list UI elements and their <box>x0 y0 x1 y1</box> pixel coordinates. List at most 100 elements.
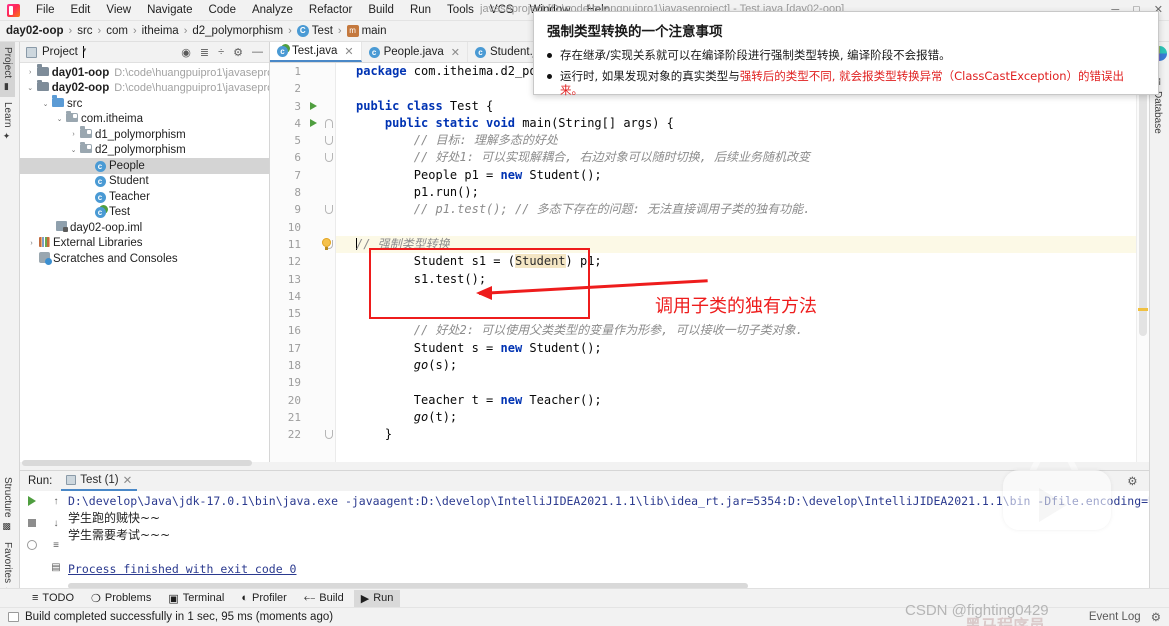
scrollbar-thumb[interactable] <box>1139 86 1147 336</box>
settings-gear-icon[interactable]: ⚙ <box>1151 610 1161 624</box>
menu-run[interactable]: Run <box>402 2 439 18</box>
menu-refactor[interactable]: Refactor <box>301 2 360 18</box>
print-icon[interactable]: ▤ <box>49 560 63 574</box>
tree-row-scratches[interactable]: Scratches and Consoles <box>20 251 269 267</box>
run-gutter-icon[interactable] <box>310 101 317 110</box>
gutter-line[interactable]: 22 <box>270 426 335 443</box>
code-editor[interactable]: 1 2 3 4 5 6 7 8 9 10 11 12 13 14 15 16 17 18 19 20 21 22 pack… <box>270 63 1149 462</box>
menu-tools[interactable]: Tools <box>439 2 482 18</box>
chevron-down-icon[interactable]: ⌄ <box>68 146 79 154</box>
menu-navigate[interactable]: Navigate <box>139 2 200 18</box>
sidebar-item-structure[interactable]: Structure ▩ <box>0 472 15 537</box>
chevron-down-icon[interactable]: ⌄ <box>25 84 36 92</box>
menu-edit[interactable]: Edit <box>63 2 99 18</box>
project-tree[interactable]: › day01-oop D:\code\huangpuipro1\javasep… <box>20 63 269 267</box>
chevron-right-icon[interactable]: › <box>26 240 37 247</box>
fold-marker-icon[interactable] <box>325 136 333 146</box>
gutter-line[interactable]: 13 <box>270 271 335 288</box>
breadcrumb-item-itheima[interactable]: itheima <box>142 25 179 37</box>
code-line[interactable]: // 目标: 理解多态的好处 <box>336 132 1149 149</box>
run-actions-col-2[interactable]: ↑ ↓ ≡ ▤ <box>44 491 68 589</box>
rerun-icon[interactable] <box>25 494 39 508</box>
gutter-line[interactable]: 17 <box>270 340 335 357</box>
run-actions-col-1[interactable] <box>20 491 44 589</box>
code-lines[interactable]: package com.itheima.d2_polymorphism; publ… <box>336 63 1149 462</box>
tree-row-d1-polymorphism[interactable]: › d1_polymorphism <box>20 126 269 143</box>
project-horizontal-scrollbar[interactable] <box>22 460 252 466</box>
tab-people-java[interactable]: c People.java ✕ <box>362 42 468 62</box>
gutter-line[interactable]: 4 <box>270 115 335 132</box>
event-log-label[interactable]: Event Log <box>1089 611 1141 623</box>
menu-file[interactable]: File <box>28 2 63 18</box>
sidebar-item-project[interactable]: Project ▮ <box>0 42 15 98</box>
chevron-right-icon[interactable]: › <box>68 131 79 138</box>
gutter-line[interactable]: 7 <box>270 167 335 184</box>
gutter-line[interactable]: 12 <box>270 253 335 270</box>
sidebar-item-learn[interactable]: Learn ✦ <box>0 97 15 147</box>
tree-row-external-libraries[interactable]: › External Libraries <box>20 236 269 252</box>
bottom-item-terminal[interactable]: ▣ Terminal <box>161 590 231 607</box>
code-line[interactable]: public static void main(String[] args) { <box>336 115 1149 132</box>
gutter-line[interactable]: 21 <box>270 409 335 426</box>
code-line[interactable]: public class Test { <box>336 98 1149 115</box>
console-line[interactable]: Process finished with exit code 0 <box>68 561 1169 578</box>
fold-marker-icon[interactable] <box>325 205 333 215</box>
code-line[interactable]: People p1 = new Student(); <box>336 167 1149 184</box>
editor-gutter[interactable]: 1 2 3 4 5 6 7 8 9 10 11 12 13 14 15 16 17 18 19 20 21 22 <box>270 63 336 462</box>
tab-test-java[interactable]: c Test.java ✕ <box>270 42 362 62</box>
menu-code[interactable]: Code <box>200 2 244 18</box>
settings-gear-icon[interactable]: ⚙ <box>233 46 243 59</box>
code-line[interactable]: go(t); <box>336 409 1149 426</box>
code-line[interactable]: Teacher t = new Teacher(); <box>336 392 1149 409</box>
code-line[interactable]: Student s1 = (Student) p1; <box>336 253 1149 270</box>
code-line[interactable]: // 好处1: 可以实现解耦合, 右边对象可以随时切换, 后续业务随机改变 <box>336 149 1149 166</box>
gutter-line[interactable]: 10 <box>270 219 335 236</box>
fold-marker-icon[interactable] <box>325 430 333 440</box>
scroll-up-icon[interactable]: ↑ <box>49 494 63 508</box>
bottom-item-todo[interactable]: ≡ TODO <box>25 590 81 606</box>
chevron-down-icon[interactable]: ▾ <box>82 46 86 58</box>
tree-row-iml[interactable]: day02-oop.iml <box>20 220 269 236</box>
code-line[interactable]: Student s = new Student(); <box>336 340 1149 357</box>
code-line[interactable] <box>336 219 1149 236</box>
gutter-line[interactable]: 16 <box>270 322 335 339</box>
gutter-line[interactable]: 14 <box>270 288 335 305</box>
gutter-line[interactable]: 20 <box>270 392 335 409</box>
tree-row-teacher[interactable]: c Teacher <box>20 189 269 205</box>
run-gutter-icon[interactable] <box>310 118 317 127</box>
code-line[interactable]: // p1.test(); // 多态下存在的问题: 无法直接调用子类的独有功能… <box>336 201 1149 218</box>
bottom-item-problems[interactable]: ❍ Problems <box>84 590 158 607</box>
code-line[interactable]: s1.test(); <box>336 271 1149 288</box>
stop-icon[interactable] <box>25 516 39 530</box>
close-icon[interactable]: ✕ <box>123 473 133 487</box>
breadcrumb-item-method[interactable]: m main <box>346 25 387 37</box>
hide-icon[interactable]: — <box>252 46 263 58</box>
tree-row-d2-polymorphism[interactable]: ⌄ d2_polymorphism <box>20 141 269 159</box>
gutter-line[interactable]: 1 <box>270 63 335 80</box>
menu-view[interactable]: View <box>98 2 139 18</box>
scroll-down-icon[interactable]: ↓ <box>49 516 63 530</box>
project-panel-toolbar[interactable]: ◉ ≣ ÷ ⚙ — <box>181 46 269 59</box>
tree-row-src[interactable]: ⌄ src <box>20 95 269 112</box>
collapse-all-icon[interactable]: ÷ <box>218 46 224 58</box>
code-line[interactable] <box>336 374 1149 391</box>
gutter-line[interactable]: 5 <box>270 132 335 149</box>
gutter-line[interactable]: 2 <box>270 80 335 97</box>
run-config-tab[interactable]: Test (1) ✕ <box>61 471 138 491</box>
gutter-line[interactable]: 8 <box>270 184 335 201</box>
tree-row-com-itheima[interactable]: ⌄ com.itheima <box>20 110 269 128</box>
chevron-down-icon[interactable]: ⌄ <box>40 100 51 108</box>
tree-row-student[interactable]: c Student <box>20 174 269 190</box>
expand-all-icon[interactable]: ≣ <box>200 46 209 59</box>
close-icon[interactable]: ✕ <box>344 45 353 58</box>
gutter-line[interactable]: 3 <box>270 98 335 115</box>
gutter-line[interactable]: 15 <box>270 305 335 322</box>
warning-marker[interactable] <box>1138 308 1148 311</box>
chevron-right-icon[interactable]: › <box>25 69 36 76</box>
gutter-line[interactable]: 9 <box>270 201 335 218</box>
bottom-item-run[interactable]: ▶ Run <box>353 589 401 607</box>
code-line[interactable]: p1.run(); <box>336 184 1149 201</box>
chevron-down-icon[interactable]: ⌄ <box>54 115 65 123</box>
code-line[interactable]: // 强制类型转换 <box>336 235 1149 254</box>
menu-analyze[interactable]: Analyze <box>244 2 301 18</box>
